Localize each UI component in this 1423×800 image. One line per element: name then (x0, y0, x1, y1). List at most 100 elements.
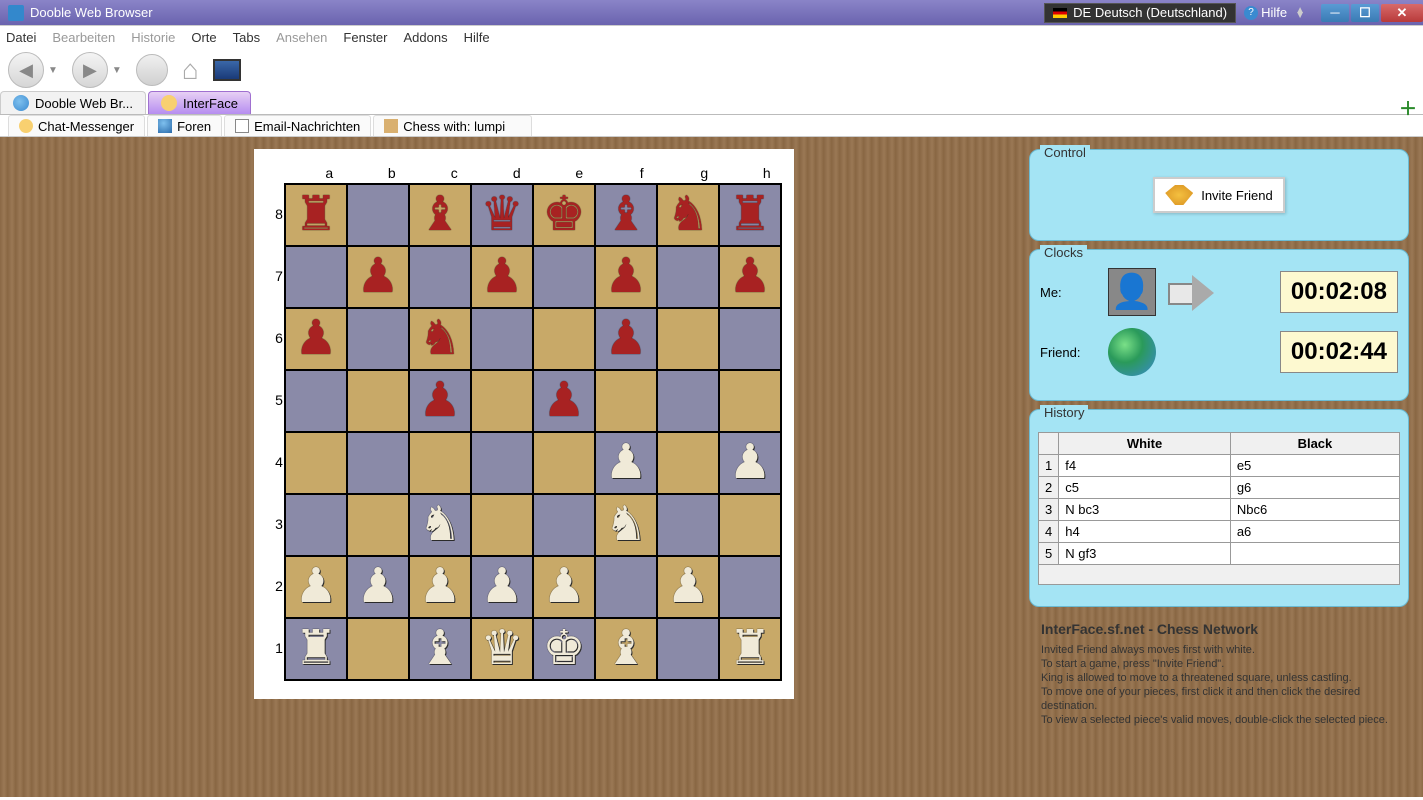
piece[interactable]: ♛ (480, 625, 523, 673)
square[interactable]: ♟ (471, 556, 533, 618)
piece[interactable]: ♜ (294, 625, 337, 673)
square[interactable]: ♞ (409, 494, 471, 556)
chess-board[interactable]: ♜♝♛♚♝♞♜♟♟♟♟♟♞♟♟♟♟♟♞♞♟♟♟♟♟♟♜♝♛♚♝♜ (284, 183, 782, 681)
square[interactable] (347, 184, 409, 246)
square[interactable]: ♝ (595, 618, 657, 680)
subtab-foren[interactable]: Foren (147, 115, 222, 136)
square[interactable] (657, 246, 719, 308)
square[interactable]: ♜ (285, 618, 347, 680)
menu-hilfe[interactable]: Hilfe (464, 30, 490, 45)
square[interactable] (285, 494, 347, 556)
piece[interactable]: ♚ (542, 191, 585, 239)
forward-button[interactable]: ▶ (72, 52, 108, 88)
piece[interactable]: ♟ (604, 253, 647, 301)
square[interactable] (471, 432, 533, 494)
square[interactable] (595, 556, 657, 618)
square[interactable]: ♜ (285, 184, 347, 246)
square[interactable] (657, 432, 719, 494)
square[interactable] (533, 308, 595, 370)
piece[interactable]: ♝ (418, 191, 461, 239)
piece[interactable]: ♟ (542, 377, 585, 425)
square[interactable] (285, 370, 347, 432)
menu-orte[interactable]: Orte (191, 30, 216, 45)
invite-friend-button[interactable]: Invite Friend (1153, 177, 1285, 213)
square[interactable]: ♜ (719, 184, 781, 246)
square[interactable] (657, 370, 719, 432)
maximize-button[interactable]: ☐ (1351, 4, 1379, 22)
menu-historie[interactable]: Historie (131, 30, 175, 45)
square[interactable] (719, 494, 781, 556)
close-button[interactable]: ✕ (1381, 4, 1423, 22)
help-button[interactable]: ? Hilfe (1244, 5, 1287, 20)
piece[interactable]: ♞ (418, 315, 461, 363)
forward-dropdown-icon[interactable]: ▼ (112, 65, 122, 76)
piece[interactable]: ♟ (418, 563, 461, 611)
square[interactable] (657, 618, 719, 680)
square[interactable]: ♚ (533, 184, 595, 246)
square[interactable] (719, 556, 781, 618)
back-button[interactable]: ◀ (8, 52, 44, 88)
menu-fenster[interactable]: Fenster (343, 30, 387, 45)
piece[interactable]: ♟ (294, 563, 337, 611)
menu-bearbeiten[interactable]: Bearbeiten (52, 30, 115, 45)
piece[interactable]: ♞ (604, 501, 647, 549)
piece[interactable]: ♟ (418, 377, 461, 425)
square[interactable]: ♞ (657, 184, 719, 246)
square[interactable]: ♟ (285, 308, 347, 370)
piece[interactable]: ♜ (294, 191, 337, 239)
square[interactable]: ♟ (533, 370, 595, 432)
piece[interactable]: ♝ (604, 191, 647, 239)
square[interactable] (347, 432, 409, 494)
square[interactable] (409, 432, 471, 494)
square[interactable] (471, 370, 533, 432)
tab-dooble[interactable]: Dooble Web Br... (0, 91, 146, 114)
square[interactable] (533, 246, 595, 308)
back-dropdown-icon[interactable]: ▼ (48, 65, 58, 76)
square[interactable]: ♟ (595, 308, 657, 370)
piece[interactable]: ♟ (604, 439, 647, 487)
piece[interactable]: ♝ (418, 625, 461, 673)
piece[interactable]: ♞ (666, 191, 709, 239)
square[interactable] (471, 494, 533, 556)
piece[interactable]: ♜ (728, 625, 771, 673)
square[interactable]: ♟ (409, 556, 471, 618)
language-selector[interactable]: DE Deutsch (Deutschland) (1044, 3, 1236, 23)
home-button[interactable]: ⌂ (182, 54, 199, 86)
square[interactable] (409, 246, 471, 308)
minimize-button[interactable]: ─ (1321, 4, 1349, 22)
square[interactable]: ♝ (409, 618, 471, 680)
piece[interactable]: ♟ (356, 563, 399, 611)
square[interactable]: ♞ (409, 308, 471, 370)
square[interactable]: ♟ (595, 246, 657, 308)
piece[interactable]: ♟ (480, 563, 523, 611)
piece[interactable]: ♟ (604, 315, 647, 363)
piece[interactable]: ♚ (542, 625, 585, 673)
square[interactable] (595, 370, 657, 432)
square[interactable]: ♛ (471, 618, 533, 680)
piece[interactable]: ♟ (728, 253, 771, 301)
subtab-chess[interactable]: Chess with: lumpi (373, 115, 532, 136)
square[interactable]: ♚ (533, 618, 595, 680)
piece[interactable]: ♝ (604, 625, 647, 673)
square[interactable]: ♝ (409, 184, 471, 246)
square[interactable] (533, 432, 595, 494)
spinner-icon[interactable]: ▲▼ (1295, 8, 1305, 18)
square[interactable]: ♟ (471, 246, 533, 308)
piece[interactable]: ♟ (728, 439, 771, 487)
square[interactable]: ♟ (595, 432, 657, 494)
square[interactable]: ♝ (595, 184, 657, 246)
square[interactable]: ♞ (595, 494, 657, 556)
square[interactable]: ♜ (719, 618, 781, 680)
square[interactable] (347, 618, 409, 680)
subtab-chat[interactable]: Chat-Messenger (8, 115, 145, 136)
square[interactable]: ♟ (347, 246, 409, 308)
square[interactable] (347, 494, 409, 556)
menu-tabs[interactable]: Tabs (233, 30, 260, 45)
add-tab-button[interactable]: ＋ (1399, 95, 1417, 121)
piece[interactable]: ♞ (418, 501, 461, 549)
square[interactable] (657, 494, 719, 556)
square[interactable] (533, 494, 595, 556)
square[interactable] (347, 370, 409, 432)
square[interactable] (719, 370, 781, 432)
square[interactable]: ♟ (719, 432, 781, 494)
